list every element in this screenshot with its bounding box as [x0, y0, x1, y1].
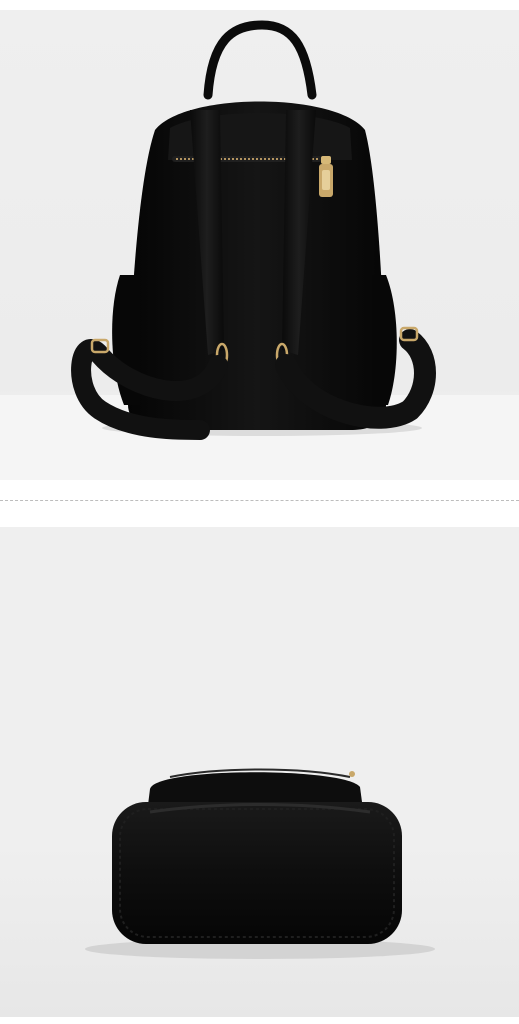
- backpack-rear-view-photo: [0, 10, 519, 480]
- section-divider: [0, 500, 519, 501]
- backpack-bottom-view-image: [0, 527, 519, 1017]
- zipper-slider: [321, 156, 331, 164]
- backpack-top-rim: [148, 772, 362, 805]
- backpack-bottom-view-photo: [0, 527, 519, 1017]
- backpack-rear-view-image: [0, 10, 519, 480]
- zipper-hardware: [349, 771, 355, 777]
- backpack-base: [112, 802, 402, 944]
